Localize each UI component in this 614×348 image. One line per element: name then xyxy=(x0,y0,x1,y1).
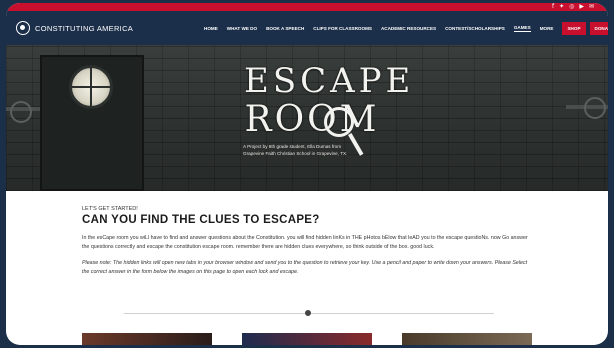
valve-left-icon xyxy=(10,101,32,123)
intro-paragraph: In the esCape room you wiLl have to find… xyxy=(82,235,528,250)
logo-icon xyxy=(16,21,30,35)
logo-text: CONSTITUTING AMERICA xyxy=(35,23,134,33)
page-title: CAN YOU FIND THE CLUES TO ESCAPE? xyxy=(82,214,320,226)
clue-image-3[interactable] xyxy=(402,333,532,345)
nav-item-more[interactable]: MORE xyxy=(540,26,554,31)
nav-item-book-a-speech[interactable]: BOOK A SPEECH xyxy=(266,26,304,31)
hero-door-image xyxy=(40,55,144,191)
hero-credit: A Project by 6th grade student, Ella Dum… xyxy=(243,144,348,156)
main-navigation: CONSTITUTING AMERICA HOME WHAT WE DO BOO… xyxy=(6,11,608,45)
browser-frame: f ✦ ◎ ▶ ✉ CONSTITUTING AMERICA HOME WHAT… xyxy=(6,3,608,345)
nav-item-academic-resources[interactable]: ACADEMIC RESOURCES xyxy=(381,26,436,31)
social-icons: f ✦ ◎ ▶ ✉ xyxy=(552,3,594,11)
instagram-icon[interactable]: ◎ xyxy=(569,3,574,11)
nav-item-home[interactable]: HOME xyxy=(204,26,218,31)
clue-image-row xyxy=(82,333,532,345)
shop-button[interactable]: SHOP xyxy=(562,21,586,35)
magnifier-icon xyxy=(324,107,354,137)
facebook-icon[interactable]: f xyxy=(552,3,554,11)
email-icon[interactable]: ✉ xyxy=(589,3,594,11)
section-eyebrow: LET'S GET STARTED! xyxy=(82,206,138,212)
door-porthole xyxy=(69,65,113,109)
nav-menu: HOME WHAT WE DO BOOK A SPEECH CLIPS FOR … xyxy=(204,11,608,45)
nav-item-clips-for-classrooms[interactable]: CLIPS FOR CLASSROOMS xyxy=(313,26,372,31)
main-content: LET'S GET STARTED! CAN YOU FIND THE CLUE… xyxy=(82,206,532,277)
top-stripe: f ✦ ◎ ▶ ✉ xyxy=(6,3,608,11)
youtube-icon[interactable]: ▶ xyxy=(579,3,584,11)
twitter-icon[interactable]: ✦ xyxy=(559,3,564,11)
hero-title-room: ROOM xyxy=(244,99,380,140)
instructions-note: Please note: The hidden links will open … xyxy=(82,260,528,275)
divider-dot xyxy=(305,310,311,316)
hero-title-escape: ESCAPE xyxy=(244,61,415,101)
site-logo[interactable]: CONSTITUTING AMERICA xyxy=(16,21,133,35)
clue-image-1[interactable] xyxy=(82,333,212,345)
nav-item-contest-scholarships[interactable]: CONTEST/SCHOLARSHIPS xyxy=(445,26,505,31)
nav-item-what-we-do[interactable]: WHAT WE DO xyxy=(227,26,257,31)
donate-button[interactable]: DONATE xyxy=(589,21,608,35)
hero-banner: ESCAPE ROOM A Project by 6th grade stude… xyxy=(6,45,608,191)
valve-right-icon xyxy=(584,97,606,119)
nav-item-games[interactable]: GAMES xyxy=(513,25,531,32)
clue-image-2[interactable] xyxy=(242,333,372,345)
